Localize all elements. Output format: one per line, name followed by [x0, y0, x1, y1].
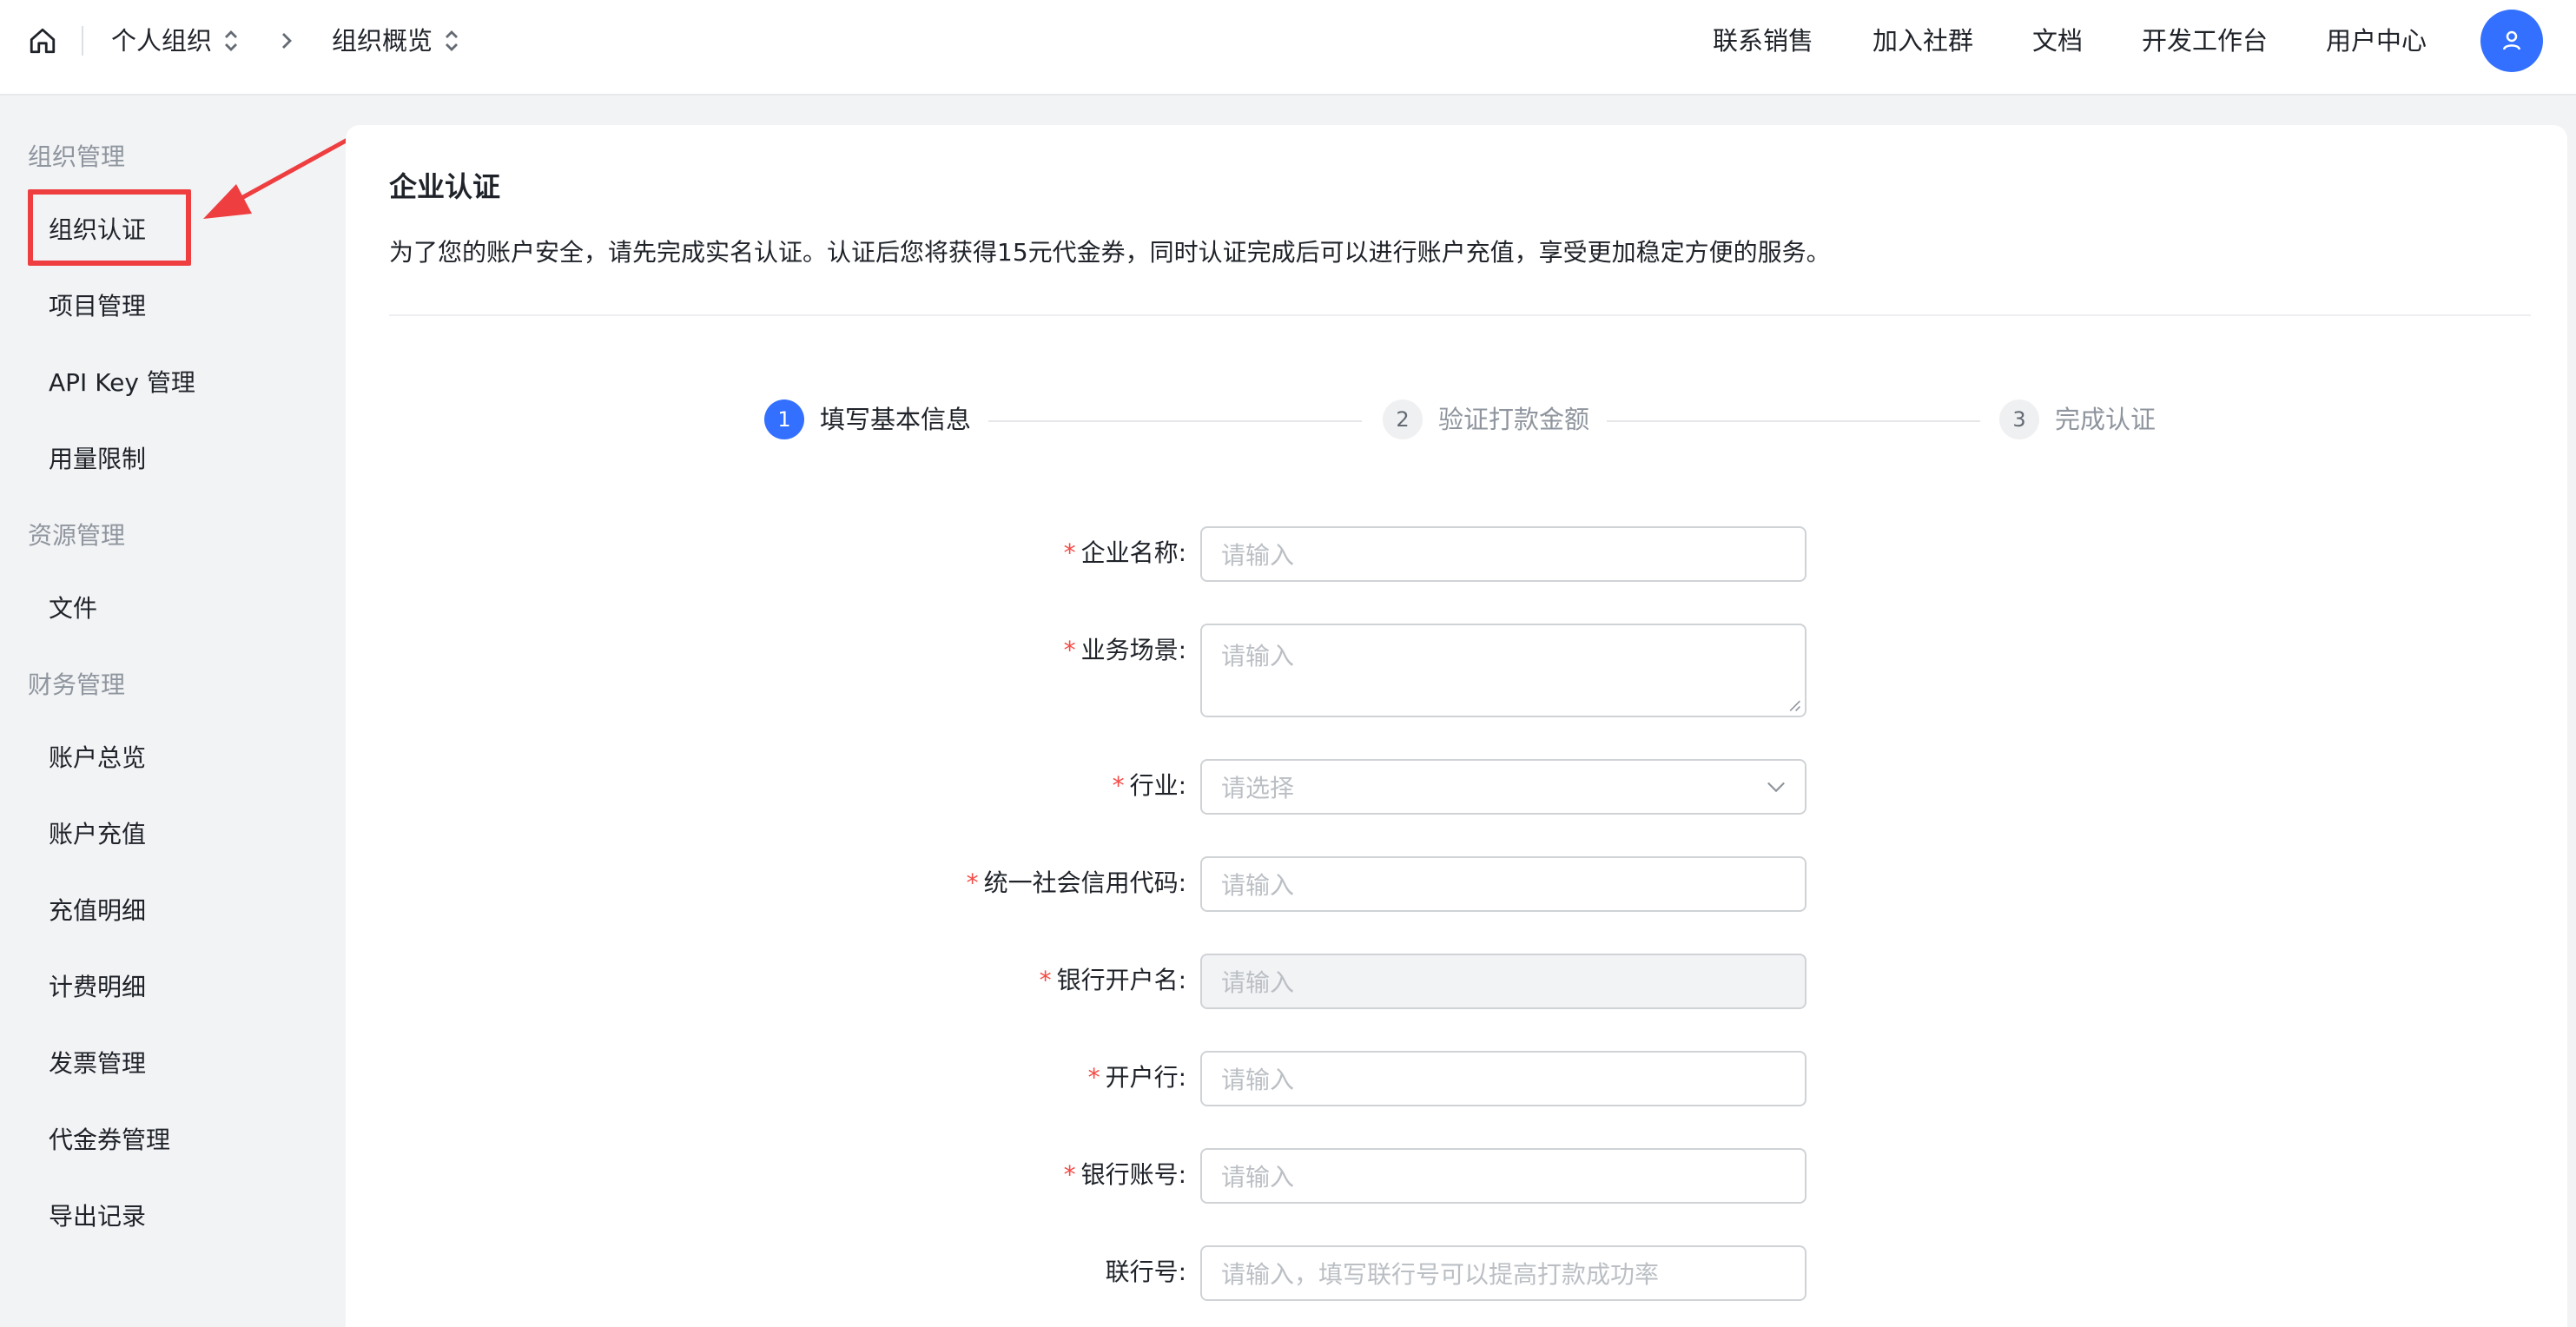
sidebar-item-project-management[interactable]: 项目管理	[49, 290, 146, 323]
avatar[interactable]	[2480, 10, 2543, 72]
divider	[82, 26, 83, 56]
step-number: 1	[764, 399, 804, 439]
required-mark: *	[1063, 1160, 1076, 1189]
sidebar-item-account-recharge[interactable]: 账户充值	[49, 818, 146, 851]
required-mark: *	[966, 868, 979, 897]
required-mark: *	[1087, 1063, 1100, 1092]
company-name-placeholder: 请输入	[1221, 541, 1295, 570]
bank-code-input[interactable]: 请输入，填写联行号可以提高打款成功率	[1200, 1245, 1807, 1301]
sidebar-item-account-overview[interactable]: 账户总览	[49, 742, 146, 775]
sidebar-item-export-records[interactable]: 导出记录	[49, 1200, 146, 1233]
sidebar-item-recharge-details[interactable]: 充值明细	[49, 895, 146, 928]
company-name-input[interactable]: 请输入	[1200, 526, 1807, 582]
bank-code-placeholder: 请输入，填写联行号可以提高打款成功率	[1221, 1260, 1660, 1289]
industry-select[interactable]: 请选择	[1200, 759, 1807, 815]
page-selector[interactable]: 组织概览	[332, 24, 460, 57]
industry-label: * 行业:	[1112, 771, 1186, 800]
sidebar-item-api-key-management[interactable]: API Key 管理	[49, 366, 195, 399]
nav-docs[interactable]: 文档	[2032, 24, 2083, 57]
credit-code-input[interactable]: 请输入	[1200, 856, 1807, 912]
credit-code-placeholder: 请输入	[1221, 871, 1295, 900]
divider	[389, 314, 2531, 316]
step-label: 完成认证	[2055, 405, 2157, 434]
page-title: 企业认证	[389, 170, 501, 203]
step-label: 填写基本信息	[820, 405, 972, 434]
business-scenario-textarea[interactable]: 请输入	[1200, 624, 1807, 717]
bank-code-label: 联行号:	[1105, 1258, 1186, 1286]
org-selector[interactable]: 个人组织	[111, 24, 240, 57]
sidebar-group-resource-management: 资源管理	[28, 521, 126, 550]
sidebar-item-billing-details[interactable]: 计费明细	[49, 971, 146, 1004]
account-name-placeholder: 请输入	[1221, 968, 1295, 997]
sidebar-item-files[interactable]: 文件	[49, 592, 97, 625]
user-icon	[2503, 30, 2520, 50]
home-icon[interactable]	[28, 26, 57, 56]
sidebar-item-invoice-management[interactable]: 发票管理	[49, 1047, 146, 1080]
page-selector-label: 组织概览	[332, 26, 433, 56]
account-number-placeholder: 请输入	[1221, 1163, 1295, 1192]
bank-placeholder: 请输入	[1221, 1066, 1295, 1094]
business-scenario-placeholder: 请输入	[1221, 642, 1295, 670]
annotation-highlight-box	[28, 189, 191, 266]
chevron-up-down-icon	[446, 30, 459, 51]
sidebar-group-finance-management: 财务管理	[28, 670, 126, 699]
required-mark: *	[1063, 636, 1076, 664]
required-mark: *	[1063, 538, 1076, 567]
account-number-label: * 银行账号:	[1063, 1160, 1186, 1189]
account-name-input: 请输入	[1200, 954, 1807, 1009]
nav-join-community[interactable]: 加入社群	[1873, 24, 1973, 57]
chevron-down-icon	[1767, 782, 1785, 793]
sidebar: 组织管理 组织认证 项目管理 API Key 管理 用量限制 资源管理 文件 财…	[0, 97, 320, 1327]
resize-handle-icon[interactable]	[1787, 698, 1801, 712]
account-name-label: * 银行开户名:	[1039, 966, 1186, 994]
required-mark: *	[1112, 771, 1125, 800]
step-number: 3	[1999, 399, 2039, 439]
page-description: 为了您的账户安全，请先完成实名认证。认证后您将获得15元代金券，同时认证完成后可…	[389, 238, 1831, 267]
required-mark: *	[1039, 966, 1052, 994]
top-navigation-bar: 个人组织 组织概览 联系销售 加入社群 文档 开发工作台 用户中心	[0, 0, 2576, 96]
chevron-right-icon	[282, 33, 292, 49]
nav-dev-workbench[interactable]: 开发工作台	[2142, 24, 2268, 57]
sidebar-item-usage-limits[interactable]: 用量限制	[49, 443, 146, 476]
nav-user-center[interactable]: 用户中心	[2326, 24, 2427, 57]
sidebar-group-org-management: 组织管理	[28, 142, 126, 171]
step-complete: 3 完成认证	[1999, 399, 2156, 439]
industry-placeholder: 请选择	[1221, 774, 1295, 802]
step-connector	[1607, 420, 1980, 422]
org-selector-label: 个人组织	[111, 26, 213, 56]
nav-contact-sales[interactable]: 联系销售	[1713, 24, 1813, 57]
step-label: 验证打款金额	[1438, 405, 1590, 434]
verification-card: 企业认证 为了您的账户安全，请先完成实名认证。认证后您将获得15元代金券，同时认…	[346, 125, 2567, 1327]
company-name-label: * 企业名称:	[1063, 538, 1186, 567]
credit-code-label: * 统一社会信用代码:	[966, 868, 1186, 897]
step-fill-basic-info: 1 填写基本信息	[764, 399, 971, 439]
sidebar-item-voucher-management[interactable]: 代金券管理	[49, 1124, 170, 1157]
step-number: 2	[1383, 399, 1423, 439]
business-scenario-label: * 业务场景:	[1063, 636, 1186, 664]
step-verify-amount: 2 验证打款金额	[1383, 399, 1589, 439]
account-number-input[interactable]: 请输入	[1200, 1148, 1807, 1204]
chevron-up-down-icon	[225, 30, 238, 51]
step-connector	[988, 420, 1362, 422]
bank-label: * 开户行:	[1087, 1063, 1186, 1092]
bank-input[interactable]: 请输入	[1200, 1051, 1807, 1106]
